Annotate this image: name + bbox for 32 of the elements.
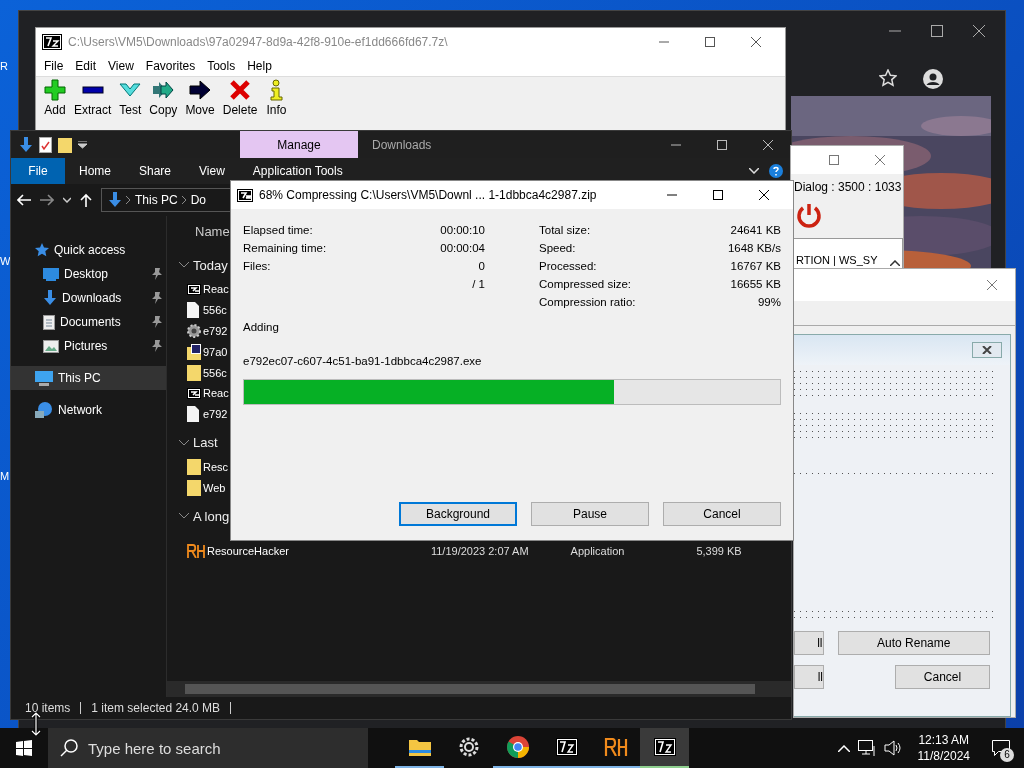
stat-label: Elapsed time:	[243, 224, 313, 236]
stat-value: 16655 KB	[730, 278, 781, 290]
clock-date: 11/8/2024	[917, 748, 970, 764]
stat-value: 0	[478, 260, 485, 272]
file-size: 5,399 KB	[696, 544, 742, 557]
file-name: e792ec07-c607-4c51-ba91-1dbbca4c2987.exe	[242, 354, 483, 367]
resource-title: Dialog : 3500 : 1033	[793, 179, 903, 196]
stat-label: Compression ratio:	[539, 296, 636, 308]
stat-label: Compressed size:	[539, 278, 632, 290]
file-date: 11/19/2023 2:07 AM	[430, 544, 529, 557]
stat-label: Files:	[243, 260, 271, 272]
file-type: Application	[570, 544, 625, 557]
stat-label: Processed:	[539, 260, 597, 272]
window-title: 68% Compressing C:\Users\VM5\Downl ... 1-1dbbca4c2987.zip	[259, 188, 598, 202]
stat-value: 00:00:04	[440, 242, 485, 254]
window-title: C:\Users\VM5\Downloads\97a02947-8d9a-42f8-910e-ef1dd666fd67.7z\	[68, 35, 449, 49]
notification-count: 6	[1000, 748, 1014, 762]
stat-value: 24641 KB	[730, 224, 781, 236]
stat-value: 00:00:10	[440, 224, 485, 236]
stat-value: 1648 KB/s	[727, 242, 781, 254]
stat-value: 99%	[757, 296, 781, 308]
item-count: 10 items	[25, 701, 71, 715]
selection-info: 1 item selected 24.0 MB	[91, 701, 221, 715]
stat-label: Total size:	[539, 224, 591, 236]
clock-time: 12:13 AM	[918, 732, 970, 748]
operation-label: Adding	[242, 320, 280, 333]
stat-label: Remaining time:	[243, 242, 327, 254]
window-title: Downloads	[371, 136, 433, 154]
stat-value: 16767 KB	[730, 260, 781, 272]
stat-label: Speed:	[539, 242, 576, 254]
stat-value: / 1	[472, 278, 485, 290]
list-text: RTION | WS_SY	[796, 254, 878, 266]
